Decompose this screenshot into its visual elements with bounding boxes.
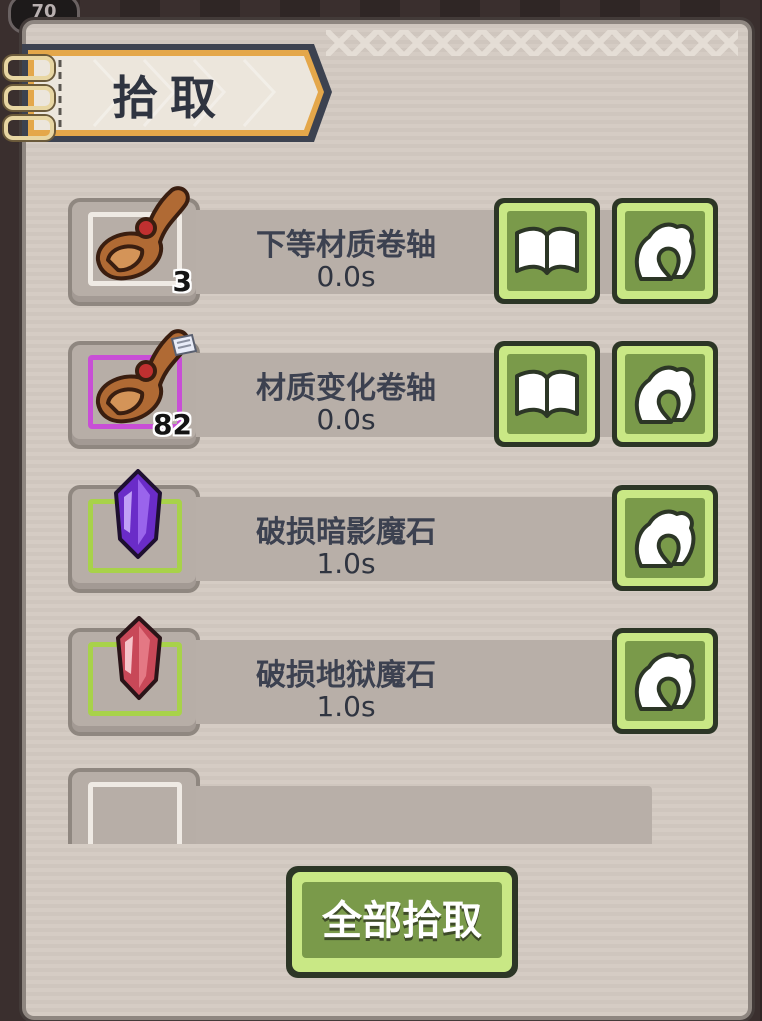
pickup-button[interactable]: [612, 341, 718, 447]
pickup-button[interactable]: [612, 628, 718, 734]
binder-rings-icon: [4, 54, 54, 144]
hand-grab-icon: [634, 509, 696, 568]
item-name: 破损暗影魔石: [256, 515, 436, 550]
item-slot[interactable]: [68, 469, 200, 593]
pick-all-label: 全部拾取: [322, 898, 482, 944]
hand-grab-icon: [634, 222, 696, 281]
item-name: 材质变化卷轴: [256, 371, 436, 406]
panel-title: 拾取: [112, 71, 228, 125]
item-slot[interactable]: 82: [68, 329, 200, 449]
book-icon: [515, 369, 579, 418]
red-crystal-icon: [112, 616, 166, 706]
hand-grab-icon: [634, 365, 696, 424]
purple-crystal-icon: [110, 469, 166, 565]
paper-tag-icon: [168, 333, 198, 363]
list-item: 82 材质变化卷轴 0.0s: [68, 329, 728, 453]
pick-all-button[interactable]: 全部拾取: [286, 866, 518, 978]
item-count: 82: [153, 408, 192, 441]
list-item: 破损地狱魔石 1.0s: [68, 616, 728, 740]
item-info-bar: [196, 786, 652, 844]
list-item: 破损暗影魔石 1.0s: [68, 469, 728, 597]
item-time: 0.0s: [316, 403, 376, 436]
pickup-button[interactable]: [612, 485, 718, 591]
pickup-button[interactable]: [612, 198, 718, 304]
panel-decoration: [326, 30, 738, 56]
item-name: 下等材质卷轴: [256, 228, 436, 263]
item-time: 1.0s: [316, 547, 376, 580]
item-time: 1.0s: [316, 690, 376, 723]
item-slot[interactable]: 3: [68, 186, 200, 306]
game-screen: 70 拾取 3 下等材质卷轴 0.0s 82 材质变化卷轴 0.0s 破损暗影魔…: [0, 0, 762, 1021]
hand-grab-icon: [634, 652, 696, 711]
empty-list-item: [68, 768, 728, 844]
title-tab: 拾取: [14, 40, 334, 146]
item-count: 3: [172, 265, 192, 298]
empty-item-slot: [68, 768, 200, 844]
read-button[interactable]: [494, 198, 600, 304]
item-frame: [88, 782, 182, 844]
list-item: 3 下等材质卷轴 0.0s: [68, 186, 728, 310]
read-button[interactable]: [494, 341, 600, 447]
item-slot[interactable]: [68, 616, 200, 736]
item-time: 0.0s: [316, 260, 376, 293]
item-name: 破损地狱魔石: [256, 658, 436, 693]
book-icon: [515, 226, 579, 275]
